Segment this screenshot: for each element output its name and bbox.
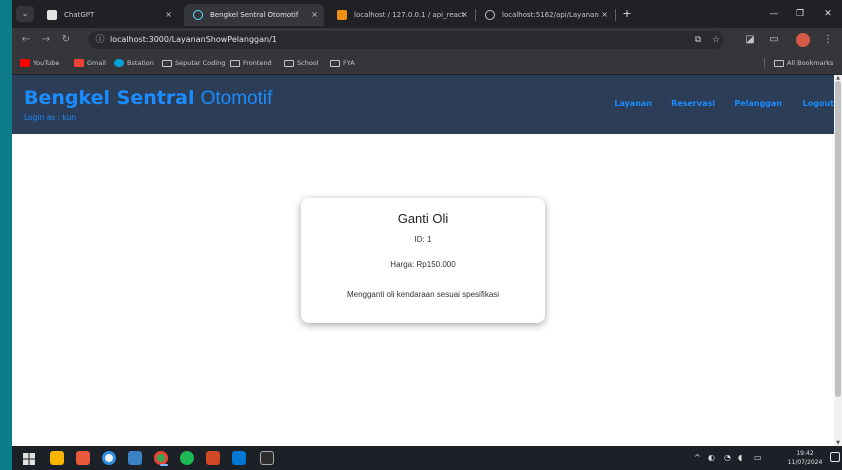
- tab-title: ChatGPT: [64, 11, 95, 19]
- brand-title[interactable]: Bengkel Sentral Otomotif: [24, 87, 272, 110]
- service-price: Harga: Rp150.000: [390, 260, 456, 269]
- reload-icon[interactable]: ↻: [58, 32, 74, 48]
- folder-icon: [230, 60, 240, 67]
- browser-toolbar: ← → ↻ ⓘ localhost:3000/LayananShowPelang…: [12, 28, 842, 52]
- folder-icon: [774, 60, 784, 67]
- file-explorer-icon[interactable]: [50, 451, 64, 465]
- page-viewport: Bengkel Sentral Otomotif Login as : kun …: [12, 75, 834, 446]
- brand-bold: Bengkel Sentral: [24, 87, 195, 109]
- tab-strip: ⌄ ChatGPT × Bengkel Sentral Otomotif × l…: [12, 0, 842, 28]
- react-favicon-icon: [193, 10, 203, 20]
- browser-window: ⌄ ChatGPT × Bengkel Sentral Otomotif × l…: [12, 0, 842, 446]
- clock-date: 11/07/2024: [787, 459, 823, 466]
- minimize-icon[interactable]: —: [764, 5, 784, 23]
- scroll-thumb[interactable]: [835, 81, 841, 397]
- tray-chevron-icon[interactable]: ^: [694, 446, 701, 470]
- bookmark-star-icon[interactable]: ☆: [710, 34, 722, 46]
- url-text[interactable]: localhost:3000/LayananShowPelanggan/1: [110, 31, 277, 49]
- powerpoint-icon[interactable]: [206, 451, 220, 465]
- clock-time: 19:42: [796, 450, 814, 457]
- close-icon[interactable]: ×: [461, 4, 468, 26]
- tab-title: localhost:5162/api/Layanan: [502, 11, 599, 19]
- service-title: Ganti Oli: [397, 211, 449, 226]
- menu-dots-icon[interactable]: ⋮: [820, 32, 836, 48]
- folder-icon: [284, 60, 294, 67]
- youtube-icon: [20, 59, 30, 67]
- close-window-icon[interactable]: ✕: [818, 5, 838, 23]
- tab-separator: [615, 9, 616, 21]
- back-icon[interactable]: ←: [18, 32, 34, 48]
- chrome-icon[interactable]: [154, 451, 168, 466]
- phpmyadmin-favicon-icon: [337, 10, 347, 20]
- folder-icon: [330, 60, 340, 67]
- taskbar: ^ ◐ ◔ ◖ ▭ 19:42 11/07/2024: [12, 446, 842, 470]
- clock[interactable]: 19:42 11/07/2024: [785, 449, 825, 467]
- address-bar[interactable]: ⓘ localhost:3000/LayananShowPelanggan/1 …: [88, 31, 724, 49]
- wifi-icon[interactable]: ◔: [724, 446, 731, 470]
- browser-app-icon[interactable]: [102, 451, 116, 465]
- cast-icon[interactable]: ⧉: [692, 34, 704, 46]
- tab-title: localhost / 127.0.0.1 / api_react: [354, 11, 465, 19]
- profile-avatar[interactable]: [796, 33, 810, 47]
- tab-chatgpt[interactable]: ChatGPT ×: [38, 4, 178, 26]
- nav-pelanggan[interactable]: Pelanggan: [734, 99, 782, 108]
- bookmark-fya[interactable]: FYA: [330, 52, 355, 74]
- bookmark-bstation[interactable]: Bstation: [114, 52, 154, 74]
- side-panel-icon[interactable]: ▭: [766, 32, 782, 48]
- service-card: Ganti Oli ID: 1 Harga: Rp150.000 Menggan…: [301, 198, 545, 323]
- close-icon[interactable]: ×: [311, 4, 318, 26]
- nav-logout[interactable]: Logout: [803, 99, 834, 108]
- app-blue-icon[interactable]: [128, 451, 142, 465]
- forward-icon[interactable]: →: [38, 32, 54, 48]
- all-bookmarks[interactable]: All Bookmarks: [774, 52, 833, 74]
- brand-light: Otomotif: [200, 88, 273, 109]
- bookmarks-separator: [764, 58, 765, 68]
- bookmark-seputar-coding[interactable]: Seputar Coding: [162, 52, 225, 74]
- bookmark-frontend[interactable]: Frontend: [230, 52, 272, 74]
- service-description: Mengganti oli kendaraan sesuai spesifika…: [346, 290, 500, 299]
- app-orange-icon[interactable]: [76, 451, 90, 465]
- spotify-icon[interactable]: [180, 451, 194, 465]
- gmail-icon: [74, 59, 84, 67]
- bookmarks-bar: YouTube Gmail Bstation Seputar Coding Fr…: [12, 52, 842, 74]
- close-icon[interactable]: ×: [601, 4, 608, 26]
- tab-api-layanan[interactable]: localhost:5162/api/Layanan ×: [476, 4, 614, 26]
- tab-title: Bengkel Sentral Otomotif: [210, 11, 299, 19]
- chatgpt-favicon-icon: [47, 10, 57, 20]
- bookmark-school[interactable]: School: [284, 52, 319, 74]
- bookmark-youtube[interactable]: YouTube: [20, 52, 59, 74]
- vscode-icon[interactable]: [232, 451, 246, 465]
- terminal-icon[interactable]: [260, 451, 274, 465]
- windows-start-icon[interactable]: [22, 451, 36, 465]
- keyboard-icon[interactable]: ▭: [754, 446, 762, 470]
- site-info-icon[interactable]: ⓘ: [94, 34, 106, 46]
- folder-icon: [162, 60, 172, 67]
- login-status: Login as : kun: [24, 113, 77, 122]
- app-header: Bengkel Sentral Otomotif Login as : kun …: [12, 75, 834, 134]
- globe-icon: [485, 10, 495, 20]
- nav-layanan[interactable]: Layanan: [614, 99, 652, 108]
- restore-icon[interactable]: ❐: [790, 5, 810, 23]
- volume-icon[interactable]: ◖: [738, 446, 742, 470]
- notification-icon[interactable]: [830, 452, 840, 462]
- service-id: ID: 1: [414, 235, 432, 244]
- extension-icon[interactable]: ◪: [742, 32, 758, 48]
- tab-bengkel[interactable]: Bengkel Sentral Otomotif ×: [184, 4, 324, 26]
- tab-phpmyadmin[interactable]: localhost / 127.0.0.1 / api_react ×: [328, 4, 474, 26]
- tab-search-icon[interactable]: ⌄: [16, 6, 34, 22]
- nav-reservasi[interactable]: Reservasi: [671, 99, 715, 108]
- close-icon[interactable]: ×: [165, 4, 172, 26]
- bstation-icon: [114, 59, 124, 67]
- tray-app-icon[interactable]: ◐: [708, 446, 715, 470]
- new-tab-button[interactable]: +: [618, 4, 636, 24]
- page-scrollbar[interactable]: ▲ ▼: [834, 75, 842, 446]
- bookmark-gmail[interactable]: Gmail: [74, 52, 106, 74]
